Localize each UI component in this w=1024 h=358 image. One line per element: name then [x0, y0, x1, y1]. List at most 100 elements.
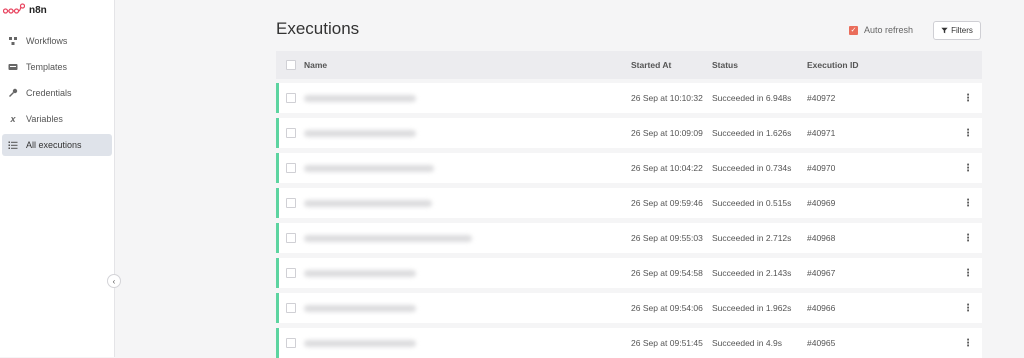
table-row[interactable]: 26 Sep at 09:59:46 Succeeded in 0.515s #…	[276, 188, 982, 218]
workflow-name-redacted	[304, 94, 416, 102]
success-indicator	[276, 223, 279, 253]
table-row[interactable]: 26 Sep at 10:09:09 Succeeded in 1.626s #…	[276, 118, 982, 148]
sidebar-collapse-button[interactable]: ‹	[107, 274, 121, 288]
row-checkbox[interactable]	[286, 338, 296, 348]
row-menu-icon[interactable]: ⋮	[963, 118, 973, 148]
sidebar-item-label: Templates	[26, 62, 68, 72]
sidebar-item-credentials[interactable]: Credentials	[2, 82, 112, 104]
column-header-name[interactable]: Name	[304, 51, 327, 79]
success-indicator	[276, 83, 279, 113]
status: Succeeded in 0.734s	[712, 163, 792, 173]
page-title: Executions	[276, 19, 360, 38]
success-indicator	[276, 188, 279, 218]
chevron-left-icon: ‹	[112, 276, 116, 286]
execution-id: #40966	[807, 303, 836, 313]
success-indicator	[276, 118, 279, 148]
table-header: Name Started At Status Execution ID	[276, 51, 982, 79]
started-at: 26 Sep at 09:59:46	[631, 198, 703, 208]
started-at: 26 Sep at 09:55:03	[631, 233, 703, 243]
started-at: 26 Sep at 09:54:58	[631, 268, 703, 278]
auto-refresh-toggle[interactable]: ✓ Auto refresh	[849, 25, 913, 35]
select-all-checkbox[interactable]	[286, 60, 296, 70]
table-row[interactable]: 26 Sep at 10:04:22 Succeeded in 0.734s #…	[276, 153, 982, 183]
key-icon	[8, 88, 18, 98]
row-menu-icon[interactable]: ⋮	[963, 153, 973, 183]
sidebar-item-label: All executions	[26, 140, 82, 150]
workflow-name-redacted	[304, 304, 416, 312]
started-at: 26 Sep at 09:51:45	[631, 338, 703, 348]
row-checkbox[interactable]	[286, 128, 296, 138]
status: Succeeded in 1.962s	[712, 303, 792, 313]
auto-refresh-label: Auto refresh	[864, 25, 914, 35]
sidebar-item-label: Variables	[26, 114, 63, 124]
filter-icon	[941, 27, 948, 34]
started-at: 26 Sep at 09:54:06	[631, 303, 703, 313]
table-row[interactable]: 26 Sep at 10:10:32 Succeeded in 6.948s #…	[276, 83, 982, 113]
table-row[interactable]: 26 Sep at 09:54:58 Succeeded in 2.143s #…	[276, 258, 982, 288]
workflow-name-redacted	[304, 164, 434, 172]
status: Succeeded in 2.143s	[712, 268, 792, 278]
workflows-icon	[8, 36, 18, 46]
workflow-name-redacted	[304, 199, 432, 207]
status: Succeeded in 0.515s	[712, 198, 792, 208]
workflow-name-redacted	[304, 234, 472, 242]
sidebar-item-variables[interactable]: x Variables	[2, 108, 112, 130]
row-menu-icon[interactable]: ⋮	[963, 188, 973, 218]
filters-button[interactable]: Filters	[933, 21, 981, 40]
executions-table: Name Started At Status Execution ID 26 S…	[276, 51, 982, 358]
sidebar-item-workflows[interactable]: Workflows	[2, 30, 112, 52]
sidebar: n8n Workflows Templates Credentials x Va…	[0, 0, 115, 357]
success-indicator	[276, 293, 279, 323]
status: Succeeded in 6.948s	[712, 93, 792, 103]
n8n-logo-icon	[3, 3, 25, 14]
auto-refresh-checkbox[interactable]: ✓	[849, 25, 858, 35]
success-indicator	[276, 328, 279, 358]
success-indicator	[276, 153, 279, 183]
sidebar-nav: Workflows Templates Credentials x Variab…	[0, 30, 114, 160]
table-row[interactable]: 26 Sep at 09:55:03 Succeeded in 2.712s #…	[276, 223, 982, 253]
column-header-execution-id[interactable]: Execution ID	[807, 51, 858, 79]
started-at: 26 Sep at 10:04:22	[631, 163, 703, 173]
workflow-name-redacted	[304, 339, 416, 347]
execution-id: #40969	[807, 198, 836, 208]
row-checkbox[interactable]	[286, 198, 296, 208]
sidebar-item-all-executions[interactable]: All executions	[2, 134, 112, 156]
execution-id: #40967	[807, 268, 836, 278]
row-checkbox[interactable]	[286, 93, 296, 103]
column-header-started-at[interactable]: Started At	[631, 51, 671, 79]
row-checkbox[interactable]	[286, 233, 296, 243]
started-at: 26 Sep at 10:10:32	[631, 93, 703, 103]
row-menu-icon[interactable]: ⋮	[963, 83, 973, 113]
variable-icon: x	[10, 114, 16, 124]
list-icon	[8, 140, 18, 150]
row-checkbox[interactable]	[286, 268, 296, 278]
execution-id: #40970	[807, 163, 836, 173]
execution-id: #40972	[807, 93, 836, 103]
sidebar-item-label: Credentials	[26, 88, 72, 98]
started-at: 26 Sep at 10:09:09	[631, 128, 703, 138]
row-menu-icon[interactable]: ⋮	[963, 258, 973, 288]
sidebar-item-templates[interactable]: Templates	[2, 56, 112, 78]
workflow-name-redacted	[304, 129, 416, 137]
row-checkbox[interactable]	[286, 163, 296, 173]
table-row[interactable]: 26 Sep at 09:51:45 Succeeded in 4.9s #40…	[276, 328, 982, 358]
row-menu-icon[interactable]: ⋮	[963, 223, 973, 253]
execution-id: #40965	[807, 338, 836, 348]
sidebar-item-label: Workflows	[26, 36, 68, 46]
success-indicator	[276, 258, 279, 288]
table-row[interactable]: 26 Sep at 09:54:06 Succeeded in 1.962s #…	[276, 293, 982, 323]
app-name: n8n	[29, 4, 47, 16]
status: Succeeded in 4.9s	[712, 338, 782, 348]
templates-icon	[8, 62, 18, 72]
row-menu-icon[interactable]: ⋮	[963, 293, 973, 323]
filters-label: Filters	[951, 26, 973, 35]
execution-id: #40971	[807, 128, 836, 138]
row-checkbox[interactable]	[286, 303, 296, 313]
row-menu-icon[interactable]: ⋮	[963, 328, 973, 358]
column-header-status[interactable]: Status	[712, 51, 738, 79]
status: Succeeded in 1.626s	[712, 128, 792, 138]
logo[interactable]: n8n	[3, 3, 47, 17]
status: Succeeded in 2.712s	[712, 233, 792, 243]
execution-id: #40968	[807, 233, 836, 243]
workflow-name-redacted	[304, 269, 416, 277]
